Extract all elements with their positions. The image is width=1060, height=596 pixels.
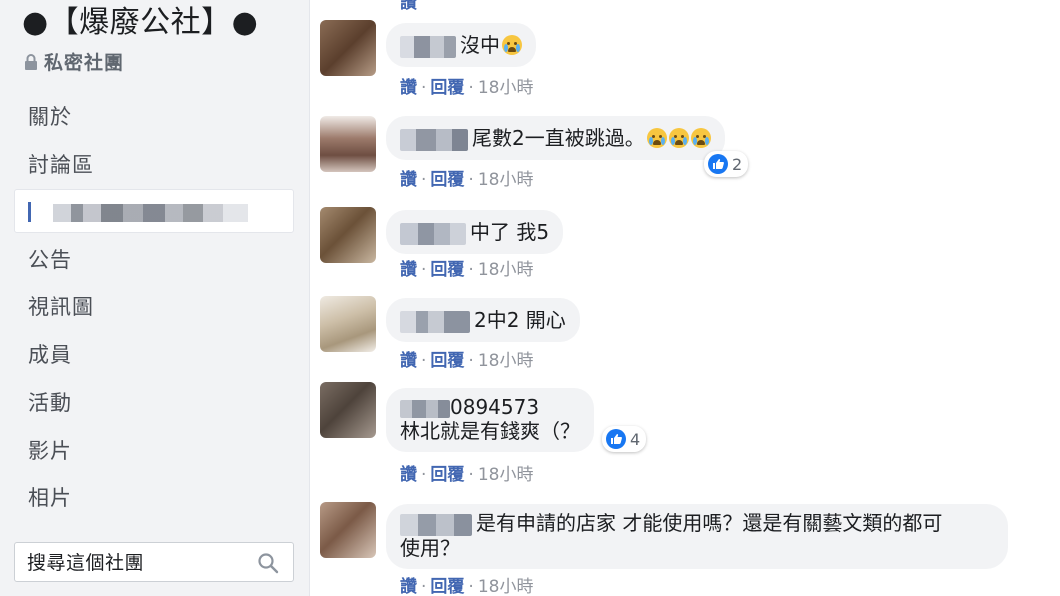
- like-link[interactable]: 讚: [400, 465, 417, 485]
- comment-actions: 讚 · 回覆 · 18小時: [400, 78, 534, 98]
- privacy-label: 私密社團: [44, 52, 125, 74]
- reaction-count[interactable]: 4: [602, 426, 647, 452]
- comment-bubble: 中了 我5: [386, 210, 564, 254]
- avatar[interactable]: [320, 296, 376, 352]
- commenter-name-blurred: [400, 399, 450, 418]
- like-link[interactable]: 讚: [400, 260, 417, 280]
- comment-time[interactable]: 18小時: [478, 170, 534, 190]
- like-link[interactable]: 讚: [400, 351, 417, 371]
- nav-item-announcements[interactable]: 公告: [28, 245, 72, 275]
- comment-bubble: 沒中: [386, 23, 536, 67]
- active-indicator: [28, 202, 31, 222]
- commenter-name-blurred[interactable]: [400, 310, 470, 333]
- nav-item-photos[interactable]: 相片: [28, 483, 72, 513]
- comment-time[interactable]: 18小時: [478, 260, 534, 280]
- group-search-input[interactable]: [27, 551, 247, 575]
- nav-item-events[interactable]: 活動: [28, 388, 72, 418]
- avatar[interactable]: [320, 382, 376, 438]
- comment-text: 是有申請的店家 才能使用嗎？還是有關藝文類的都可: [476, 511, 943, 535]
- crying-emoji-icon: [646, 128, 667, 148]
- reaction-number: 4: [630, 429, 641, 449]
- privacy-indicator: 私密社團: [24, 48, 124, 75]
- nav-item-active-blurred[interactable]: [14, 189, 294, 233]
- like-link[interactable]: 讚: [400, 78, 417, 98]
- reply-link[interactable]: 回覆: [430, 170, 464, 190]
- like-reaction-icon: [708, 154, 728, 174]
- lock-icon: [25, 53, 37, 70]
- commenter-name-blurred[interactable]: [400, 222, 466, 245]
- nav-item-video-room[interactable]: 視訊圖: [28, 292, 94, 322]
- nav-item-videos[interactable]: 影片: [28, 436, 72, 466]
- nav-item-members[interactable]: 成員: [28, 340, 72, 370]
- group-sidebar: ●【爆廢公社】● 私密社團 關於 討論區 公告 視訊圖 成員 活動 影片 相片: [0, 0, 310, 596]
- blurred-label: [53, 204, 248, 222]
- comment-actions: 讚 · 回覆 · 18小時: [400, 577, 534, 596]
- avatar[interactable]: [320, 20, 376, 76]
- commenter-name-blurred[interactable]: [400, 35, 456, 58]
- commenter-name-blurred[interactable]: [400, 513, 472, 536]
- comment-bubble: 尾數2一直被跳過。: [386, 116, 725, 160]
- comment-time[interactable]: 18小時: [478, 465, 534, 485]
- comment-actions: 讚 · 回覆 · 18小時: [400, 260, 534, 280]
- reaction-number: 2: [732, 154, 743, 174]
- reply-link[interactable]: 回覆: [430, 577, 464, 596]
- comment-text: 林北就是有錢爽（？: [400, 419, 580, 443]
- reply-link[interactable]: 回覆: [430, 465, 464, 485]
- group-search-box: [14, 542, 294, 582]
- comment-text-line2: 使用？: [400, 535, 460, 560]
- reply-link[interactable]: 回覆: [430, 260, 464, 280]
- avatar[interactable]: [320, 207, 376, 263]
- comment-time[interactable]: 18小時: [478, 78, 534, 98]
- comment-bubble: 2中2 開心: [386, 298, 580, 342]
- comment-actions: 讚 · 回覆 · 18小時: [400, 170, 534, 190]
- search-icon[interactable]: [257, 552, 279, 574]
- comment-actions: 讚 · 回覆 · 18小時: [400, 465, 534, 485]
- crying-emoji-icon: [690, 128, 711, 148]
- like-reaction-icon: [606, 429, 626, 449]
- comment-actions: 讚 · 回覆 · 18小時: [400, 351, 534, 371]
- crying-emoji-icon: [502, 35, 522, 55]
- reaction-count[interactable]: 2: [704, 151, 749, 177]
- reply-link[interactable]: 回覆: [430, 78, 464, 98]
- comment-text: 沒中: [460, 33, 500, 57]
- comment-text: 尾數2一直被跳過。: [472, 126, 645, 150]
- avatar[interactable]: [320, 116, 376, 172]
- nav-item-discussion[interactable]: 討論區: [28, 150, 94, 180]
- reply-link[interactable]: 回覆: [430, 351, 464, 371]
- comment-time[interactable]: 18小時: [478, 577, 534, 596]
- avatar[interactable]: [320, 502, 376, 558]
- comment-bubble: 0894573 林北就是有錢爽（？: [386, 388, 594, 452]
- comment-time[interactable]: 18小時: [478, 351, 534, 371]
- comment-text: 中了 我5: [470, 220, 550, 244]
- nav-item-about[interactable]: 關於: [28, 102, 72, 132]
- commenter-name[interactable]: 0894573: [400, 395, 580, 419]
- commenter-name-blurred[interactable]: [400, 128, 468, 151]
- comment-actions-partial: 讚: [400, 0, 417, 13]
- group-title[interactable]: ●【爆廢公社】●: [22, 4, 258, 42]
- like-link[interactable]: 讚: [400, 577, 417, 596]
- comment-bubble: 是有申請的店家 才能使用嗎？還是有關藝文類的都可 使用？: [386, 504, 1008, 569]
- crying-emoji-icon: [668, 128, 689, 148]
- like-link[interactable]: 讚: [400, 170, 417, 190]
- comment-text: 2中2 開心: [474, 308, 566, 332]
- commenter-name-suffix: 0894573: [450, 395, 540, 419]
